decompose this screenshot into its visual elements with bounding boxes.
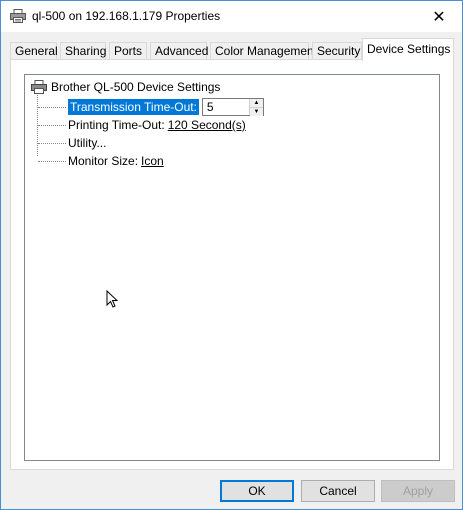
printer-icon	[10, 9, 26, 23]
tab-security[interactable]: Security	[312, 42, 362, 60]
apply-button[interactable]: Apply	[381, 480, 455, 502]
tree-item-printing-timeout[interactable]: Printing Time-Out: 120 Second(s)	[38, 116, 246, 134]
tab-ports[interactable]: Ports	[109, 42, 147, 60]
tab-strip: General Sharing Ports Advanced Color Man…	[10, 38, 454, 61]
tree-connector	[38, 160, 66, 162]
tree-item-utility[interactable]: Utility...	[38, 134, 106, 152]
tab-color-management[interactable]: Color Management	[210, 42, 317, 60]
title-bar[interactable]: ql-500 on 192.168.1.179 Properties ✕	[1, 1, 462, 32]
tab-device-settings[interactable]: Device Settings	[362, 38, 454, 61]
close-button[interactable]: ✕	[416, 1, 462, 32]
printing-timeout-value[interactable]: 120 Second(s)	[168, 118, 246, 132]
device-settings-panel: Brother QL-500 Device Settings Transmiss…	[10, 59, 454, 470]
settings-tree[interactable]: Brother QL-500 Device Settings Transmiss…	[24, 74, 440, 461]
tab-general[interactable]: General	[10, 42, 58, 60]
tree-connector	[38, 142, 66, 144]
tree-root-label: Brother QL-500 Device Settings	[51, 80, 221, 94]
close-icon: ✕	[432, 8, 446, 26]
tree-item-label: Printing Time-Out:	[68, 118, 165, 132]
tab-sharing[interactable]: Sharing	[60, 42, 106, 60]
cancel-button[interactable]: Cancel	[301, 480, 375, 502]
tree-item-transmission-timeout[interactable]: Transmission Time-Out: ▲ ▼	[38, 98, 264, 116]
window-title: ql-500 on 192.168.1.179 Properties	[32, 9, 221, 23]
stepper-down-button[interactable]: ▼	[249, 107, 263, 116]
tree-item-label: Transmission Time-Out:	[68, 99, 199, 115]
stepper-up-button[interactable]: ▲	[249, 99, 263, 107]
monitor-size-value[interactable]: Icon	[141, 154, 164, 168]
tab-advanced[interactable]: Advanced	[150, 42, 208, 60]
transmission-timeout-input[interactable]	[202, 99, 249, 115]
transmission-timeout-stepper[interactable]: ▲ ▼	[201, 98, 264, 116]
printer-icon	[31, 80, 47, 94]
tree-item-monitor-size[interactable]: Monitor Size: Icon	[38, 152, 164, 170]
tree-item-label: Utility...	[68, 136, 107, 150]
tree-item-label: Monitor Size:	[68, 154, 139, 168]
tree-connector	[38, 124, 66, 126]
ok-button[interactable]: OK	[220, 480, 294, 502]
tree-root[interactable]: Brother QL-500 Device Settings	[31, 80, 220, 94]
properties-window: ql-500 on 192.168.1.179 Properties ✕ Gen…	[0, 0, 463, 510]
stepper-buttons: ▲ ▼	[248, 99, 263, 116]
tree-connector	[38, 106, 66, 108]
mouse-pointer-icon	[106, 290, 118, 308]
